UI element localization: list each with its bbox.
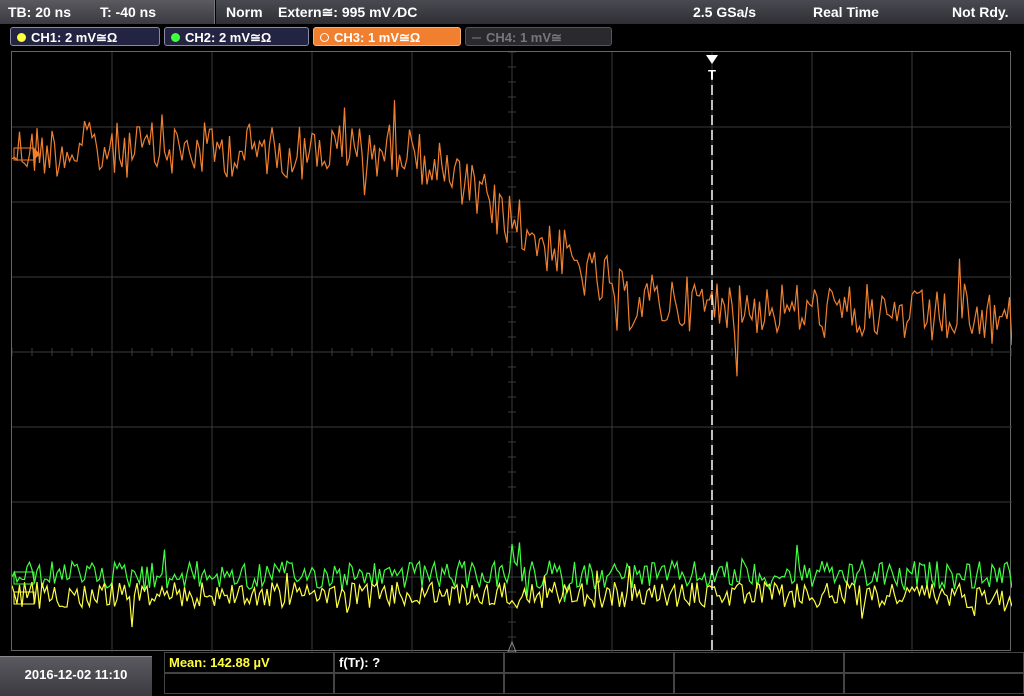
ch1-indicator-icon <box>17 33 26 42</box>
measurement-slot-5[interactable] <box>844 652 1024 673</box>
acquisition-status[interactable]: Norm Extern≅: 995 mV ⁄DC 2.5 GSa/s Real … <box>216 0 1024 24</box>
trigger-arrow-icon <box>706 55 718 64</box>
waveform-display[interactable]: T <box>11 51 1012 652</box>
timebase-box[interactable]: TB: 20 ns T: -40 ns <box>0 0 215 24</box>
ch2-label: CH2: 2 mV≅Ω <box>185 30 272 45</box>
trigger-source-label: Extern≅: 995 mV ⁄DC <box>278 4 418 20</box>
channel-tab-ch1[interactable]: CH1: 2 mV≅Ω <box>10 27 160 46</box>
ch4-off-icon <box>472 37 481 39</box>
channel-tab-ch2[interactable]: CH2: 2 mV≅Ω <box>164 27 309 46</box>
trigger-offset-label: T: -40 ns <box>100 4 157 20</box>
measurement-panel[interactable]: Mean: 142.88 µV f(Tr): ? <box>164 652 1024 695</box>
trigger-mode-label: Norm <box>226 4 263 20</box>
channel-tab-ch3[interactable]: CH3: 1 mV≅Ω <box>313 27 461 46</box>
trigger-marker-label: T <box>708 67 716 82</box>
measurement-slot-4[interactable] <box>674 652 844 673</box>
measurement-slot-9[interactable] <box>674 673 844 694</box>
measurement-rise-freq-label: f(Tr): ? <box>339 655 381 670</box>
datetime-label: 2016-12-02 11:10 <box>24 667 128 682</box>
ch4-label: CH4: 1 mV≅ <box>486 30 562 45</box>
measurement-slot-10[interactable] <box>844 673 1024 694</box>
ch3-label: CH3: 1 mV≅Ω <box>334 30 421 45</box>
acquisition-mode-label: Real Time <box>813 4 879 20</box>
waveform-canvas: T <box>12 52 1012 652</box>
channel-tab-ch4[interactable]: CH4: 1 mV≅ <box>465 27 612 46</box>
datetime-box: 2016-12-02 11:10 <box>0 656 152 696</box>
ch3-indicator-icon <box>320 33 329 42</box>
measurement-slot-7[interactable] <box>334 673 504 694</box>
measurement-slot-6[interactable] <box>164 673 334 694</box>
ch2-indicator-icon <box>171 33 180 42</box>
measurement-mean-label: Mean: 142.88 µV <box>169 655 270 670</box>
sample-rate-label: 2.5 GSa/s <box>693 4 757 20</box>
status-bar: TB: 20 ns T: -40 ns Norm Extern≅: 995 mV… <box>0 0 1024 25</box>
measurement-slot-3[interactable] <box>504 652 674 673</box>
run-state-label: Not Rdy. <box>952 4 1009 20</box>
measurement-mean[interactable]: Mean: 142.88 µV <box>164 652 334 673</box>
ch1-label: CH1: 2 mV≅Ω <box>31 30 118 45</box>
measurement-slot-8[interactable] <box>504 673 674 694</box>
timebase-label: TB: 20 ns <box>8 4 72 20</box>
measurement-rise-freq[interactable]: f(Tr): ? <box>334 652 504 673</box>
